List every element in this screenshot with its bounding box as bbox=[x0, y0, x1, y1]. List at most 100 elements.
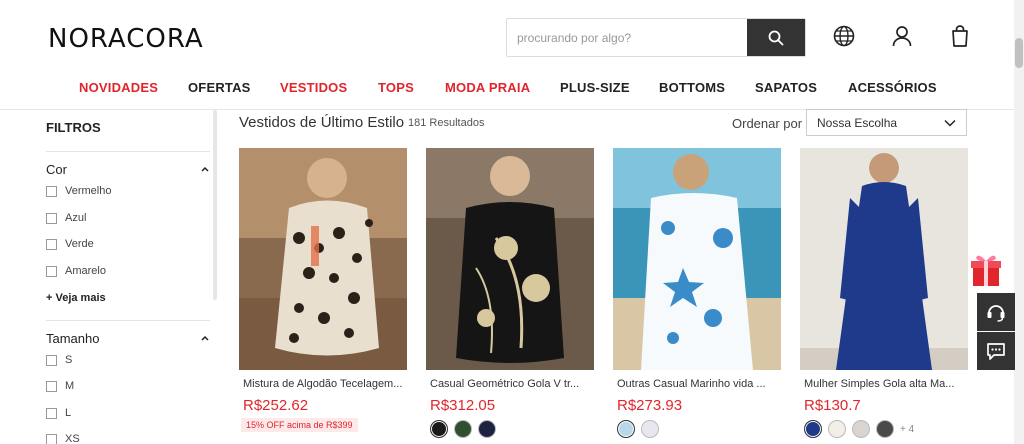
option-label: L bbox=[65, 407, 72, 419]
color-swatches bbox=[426, 420, 594, 438]
filter-option-azul[interactable]: Azul bbox=[46, 212, 86, 224]
option-label: Vermelho bbox=[65, 185, 112, 197]
checkbox[interactable] bbox=[46, 433, 57, 444]
nav-bottoms[interactable]: BOTTOMS bbox=[659, 80, 725, 95]
product-price: R$312.05 bbox=[430, 397, 496, 414]
sort-label: Ordenar por bbox=[732, 116, 803, 131]
filter-color-heading[interactable]: Cor bbox=[46, 162, 67, 177]
chat-button[interactable] bbox=[977, 332, 1015, 370]
checkbox[interactable] bbox=[46, 407, 57, 419]
filters-title: FILTROS bbox=[46, 120, 101, 135]
color-swatch[interactable] bbox=[804, 420, 822, 438]
product-name[interactable]: Casual Geométrico Gola V tr... bbox=[426, 378, 594, 390]
filters-sidebar: FILTROS Cor Vermelho Azul Verde Amarelo … bbox=[0, 110, 220, 444]
product-card[interactable]: Mistura de Algodão Tecelagem... R$252.62… bbox=[239, 148, 407, 433]
option-label: Azul bbox=[65, 212, 87, 224]
filter-option-s[interactable]: S bbox=[46, 354, 72, 366]
option-label: M bbox=[65, 380, 75, 392]
product-name[interactable]: Mulher Simples Gola alta Ma... bbox=[800, 378, 968, 390]
page-scrollbar[interactable] bbox=[1014, 0, 1024, 444]
promo-badge: 15% OFF acima de R$399 bbox=[241, 418, 358, 432]
main-nav: NOVIDADES OFERTAS VESTIDOS TOPS MODA PRA… bbox=[0, 80, 1010, 100]
color-swatch[interactable] bbox=[617, 420, 635, 438]
globe-icon bbox=[833, 25, 855, 47]
divider bbox=[46, 320, 210, 321]
product-name[interactable]: Outras Casual Marinho vida ... bbox=[613, 378, 781, 390]
checkbox[interactable] bbox=[46, 238, 57, 250]
filter-option-l[interactable]: L bbox=[46, 407, 71, 419]
search-input[interactable] bbox=[507, 19, 747, 56]
nav-ofertas[interactable]: OFERTAS bbox=[188, 80, 251, 95]
search-bar bbox=[506, 18, 806, 57]
filter-option-verde[interactable]: Verde bbox=[46, 238, 94, 250]
nav-tops[interactable]: TOPS bbox=[378, 80, 414, 95]
gift-icon[interactable] bbox=[970, 252, 1002, 288]
color-swatch[interactable] bbox=[641, 420, 659, 438]
sort-dropdown[interactable]: Nossa Escolha bbox=[806, 109, 967, 136]
filter-option-xs[interactable]: XS bbox=[46, 433, 80, 444]
nav-novidades[interactable]: NOVIDADES bbox=[79, 80, 158, 95]
user-icon bbox=[892, 26, 912, 47]
chevron-up-icon[interactable] bbox=[200, 164, 210, 174]
option-label: XS bbox=[65, 433, 80, 444]
results-count: 181 Resultados bbox=[408, 117, 485, 129]
product-card[interactable]: Outras Casual Marinho vida ... R$273.93 bbox=[613, 148, 781, 438]
chat-icon bbox=[987, 343, 1005, 360]
product-card[interactable]: Casual Geométrico Gola V tr... R$312.05 bbox=[426, 148, 594, 438]
search-button[interactable] bbox=[747, 19, 805, 56]
product-name[interactable]: Mistura de Algodão Tecelagem... bbox=[239, 378, 407, 390]
product-card[interactable]: Mulher Simples Gola alta Ma... R$130.7 +… bbox=[800, 148, 968, 438]
nav-vestidos[interactable]: VESTIDOS bbox=[280, 80, 347, 95]
option-label: S bbox=[65, 354, 73, 366]
color-swatches bbox=[613, 420, 781, 438]
nav-sapatos[interactable]: SAPATOS bbox=[755, 80, 817, 95]
product-photo-blue-maxi-dress bbox=[800, 148, 968, 370]
chevron-up-icon[interactable] bbox=[200, 333, 210, 343]
chevron-down-icon bbox=[944, 119, 956, 127]
checkbox[interactable] bbox=[46, 185, 57, 197]
color-swatch[interactable] bbox=[430, 420, 448, 438]
language-button[interactable] bbox=[832, 24, 856, 48]
product-price: R$252.62 bbox=[243, 397, 309, 414]
product-price: R$273.93 bbox=[617, 397, 683, 414]
bag-icon bbox=[952, 25, 968, 47]
page-title: Vestidos de Último Estilo bbox=[239, 114, 405, 131]
account-button[interactable] bbox=[890, 24, 914, 48]
color-swatch[interactable] bbox=[828, 420, 846, 438]
filter-option-vermelho[interactable]: Vermelho bbox=[46, 185, 111, 197]
checkbox[interactable] bbox=[46, 265, 57, 277]
cart-button[interactable] bbox=[948, 24, 972, 48]
see-more-link[interactable]: + Veja mais bbox=[46, 292, 106, 304]
product-price: R$130.7 bbox=[804, 397, 861, 414]
search-icon bbox=[768, 30, 784, 45]
sort-value: Nossa Escolha bbox=[817, 115, 898, 130]
checkbox[interactable] bbox=[46, 354, 57, 366]
filter-option-m[interactable]: M bbox=[46, 380, 74, 392]
divider bbox=[46, 151, 210, 152]
sidebar-scrollbar[interactable] bbox=[213, 110, 217, 300]
filter-option-amarelo[interactable]: Amarelo bbox=[46, 265, 106, 277]
product-image[interactable] bbox=[800, 148, 968, 370]
product-photo-leopard-dress bbox=[239, 148, 407, 370]
scrollbar-thumb[interactable] bbox=[1015, 38, 1023, 68]
checkbox[interactable] bbox=[46, 212, 57, 224]
product-image[interactable] bbox=[239, 148, 407, 370]
customer-service-button[interactable] bbox=[977, 293, 1015, 331]
color-swatch[interactable] bbox=[852, 420, 870, 438]
color-swatch[interactable] bbox=[454, 420, 472, 438]
checkbox[interactable] bbox=[46, 380, 57, 392]
filter-size-heading[interactable]: Tamanho bbox=[46, 331, 99, 346]
option-label: Verde bbox=[65, 238, 94, 250]
color-swatches: + 4 bbox=[800, 420, 968, 438]
nav-moda-praia[interactable]: MODA PRAIA bbox=[445, 80, 530, 95]
site-header: NORACORA NOVIDADES OFERTAS VESTIDOS TOPS… bbox=[0, 0, 1024, 110]
brand-logo[interactable]: NORACORA bbox=[48, 24, 204, 54]
product-photo-marine-print-dress bbox=[613, 148, 781, 370]
color-swatch[interactable] bbox=[478, 420, 496, 438]
product-image[interactable] bbox=[426, 148, 594, 370]
more-colors[interactable]: + 4 bbox=[900, 424, 914, 435]
nav-plus-size[interactable]: PLUS-SIZE bbox=[560, 80, 630, 95]
nav-acessorios[interactable]: ACESSÓRIOS bbox=[848, 80, 937, 95]
color-swatch[interactable] bbox=[876, 420, 894, 438]
product-image[interactable] bbox=[613, 148, 781, 370]
